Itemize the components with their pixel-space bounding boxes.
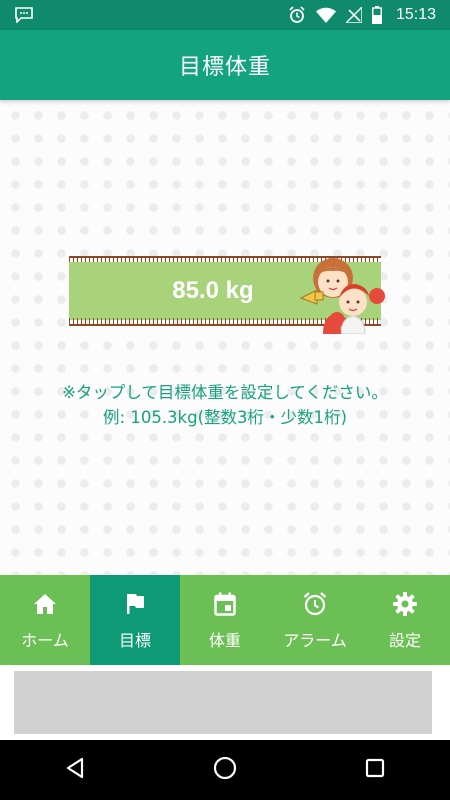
instruction-text: ※タップして目標体重を設定してください。 例: 105.3kg(整数3桁・少数1… <box>0 380 450 430</box>
home-system-button[interactable] <box>195 740 255 800</box>
message-notification-icon <box>14 7 34 23</box>
ad-area <box>0 665 450 740</box>
gear-icon <box>392 589 418 619</box>
nav-item-label: ホーム <box>21 631 69 650</box>
instruction-line-1: ※タップして目標体重を設定してください。 <box>62 383 388 402</box>
calendar-icon <box>214 589 236 619</box>
no-signal-icon <box>345 7 362 23</box>
cheering-girls-illustration <box>299 258 385 334</box>
home-circle-icon <box>213 756 237 784</box>
nav-item-home[interactable]: ホーム <box>0 575 90 665</box>
ad-banner-placeholder[interactable] <box>14 671 432 734</box>
nav-item-weight[interactable]: 体重 <box>180 575 270 665</box>
page-title: 目標体重 <box>178 55 271 80</box>
goal-weight-banner[interactable]: 85.0 kg <box>69 256 385 334</box>
recent-apps-button[interactable] <box>345 740 405 800</box>
back-button[interactable] <box>45 740 105 800</box>
battery-icon <box>371 6 382 24</box>
wifi-icon <box>315 7 336 23</box>
alarm-icon <box>302 589 328 619</box>
instruction-line-2: 例: 105.3kg(整数3桁・少数1桁) <box>103 408 347 427</box>
nav-item-label: 目標 <box>118 631 151 650</box>
flag-icon <box>125 589 145 619</box>
home-icon <box>33 589 57 619</box>
nav-item-label: アラーム <box>283 631 347 650</box>
back-triangle-icon <box>65 757 85 783</box>
status-time: 15:13 <box>395 6 436 23</box>
recent-square-icon <box>365 758 385 782</box>
nav-item-alarm[interactable]: アラーム <box>270 575 360 665</box>
alarm-status-icon <box>288 6 306 24</box>
bottom-navigation: ホーム 目標 体重 アラーム 設定 <box>0 575 450 665</box>
main-content: 85.0 kg ※タップして目標体重を設定してください。 例: 105.3kg(… <box>0 100 450 575</box>
system-navigation-bar <box>0 740 450 800</box>
status-bar: 15:13 <box>0 0 450 30</box>
app-bar: 目標体重 <box>0 30 450 100</box>
nav-item-goal[interactable]: 目標 <box>90 575 180 665</box>
nav-item-label: 体重 <box>208 631 241 650</box>
nav-item-settings[interactable]: 設定 <box>360 575 450 665</box>
nav-item-label: 設定 <box>388 631 421 650</box>
